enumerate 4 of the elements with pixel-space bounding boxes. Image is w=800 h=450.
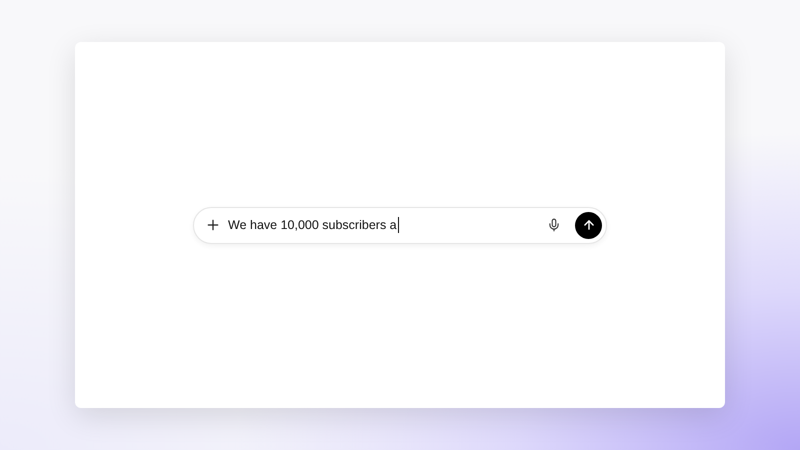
send-button[interactable] [575, 212, 602, 238]
message-field[interactable]: We have 10,000 subscribers a [228, 217, 399, 233]
plus-icon [205, 217, 221, 233]
microphone-icon [547, 218, 561, 232]
